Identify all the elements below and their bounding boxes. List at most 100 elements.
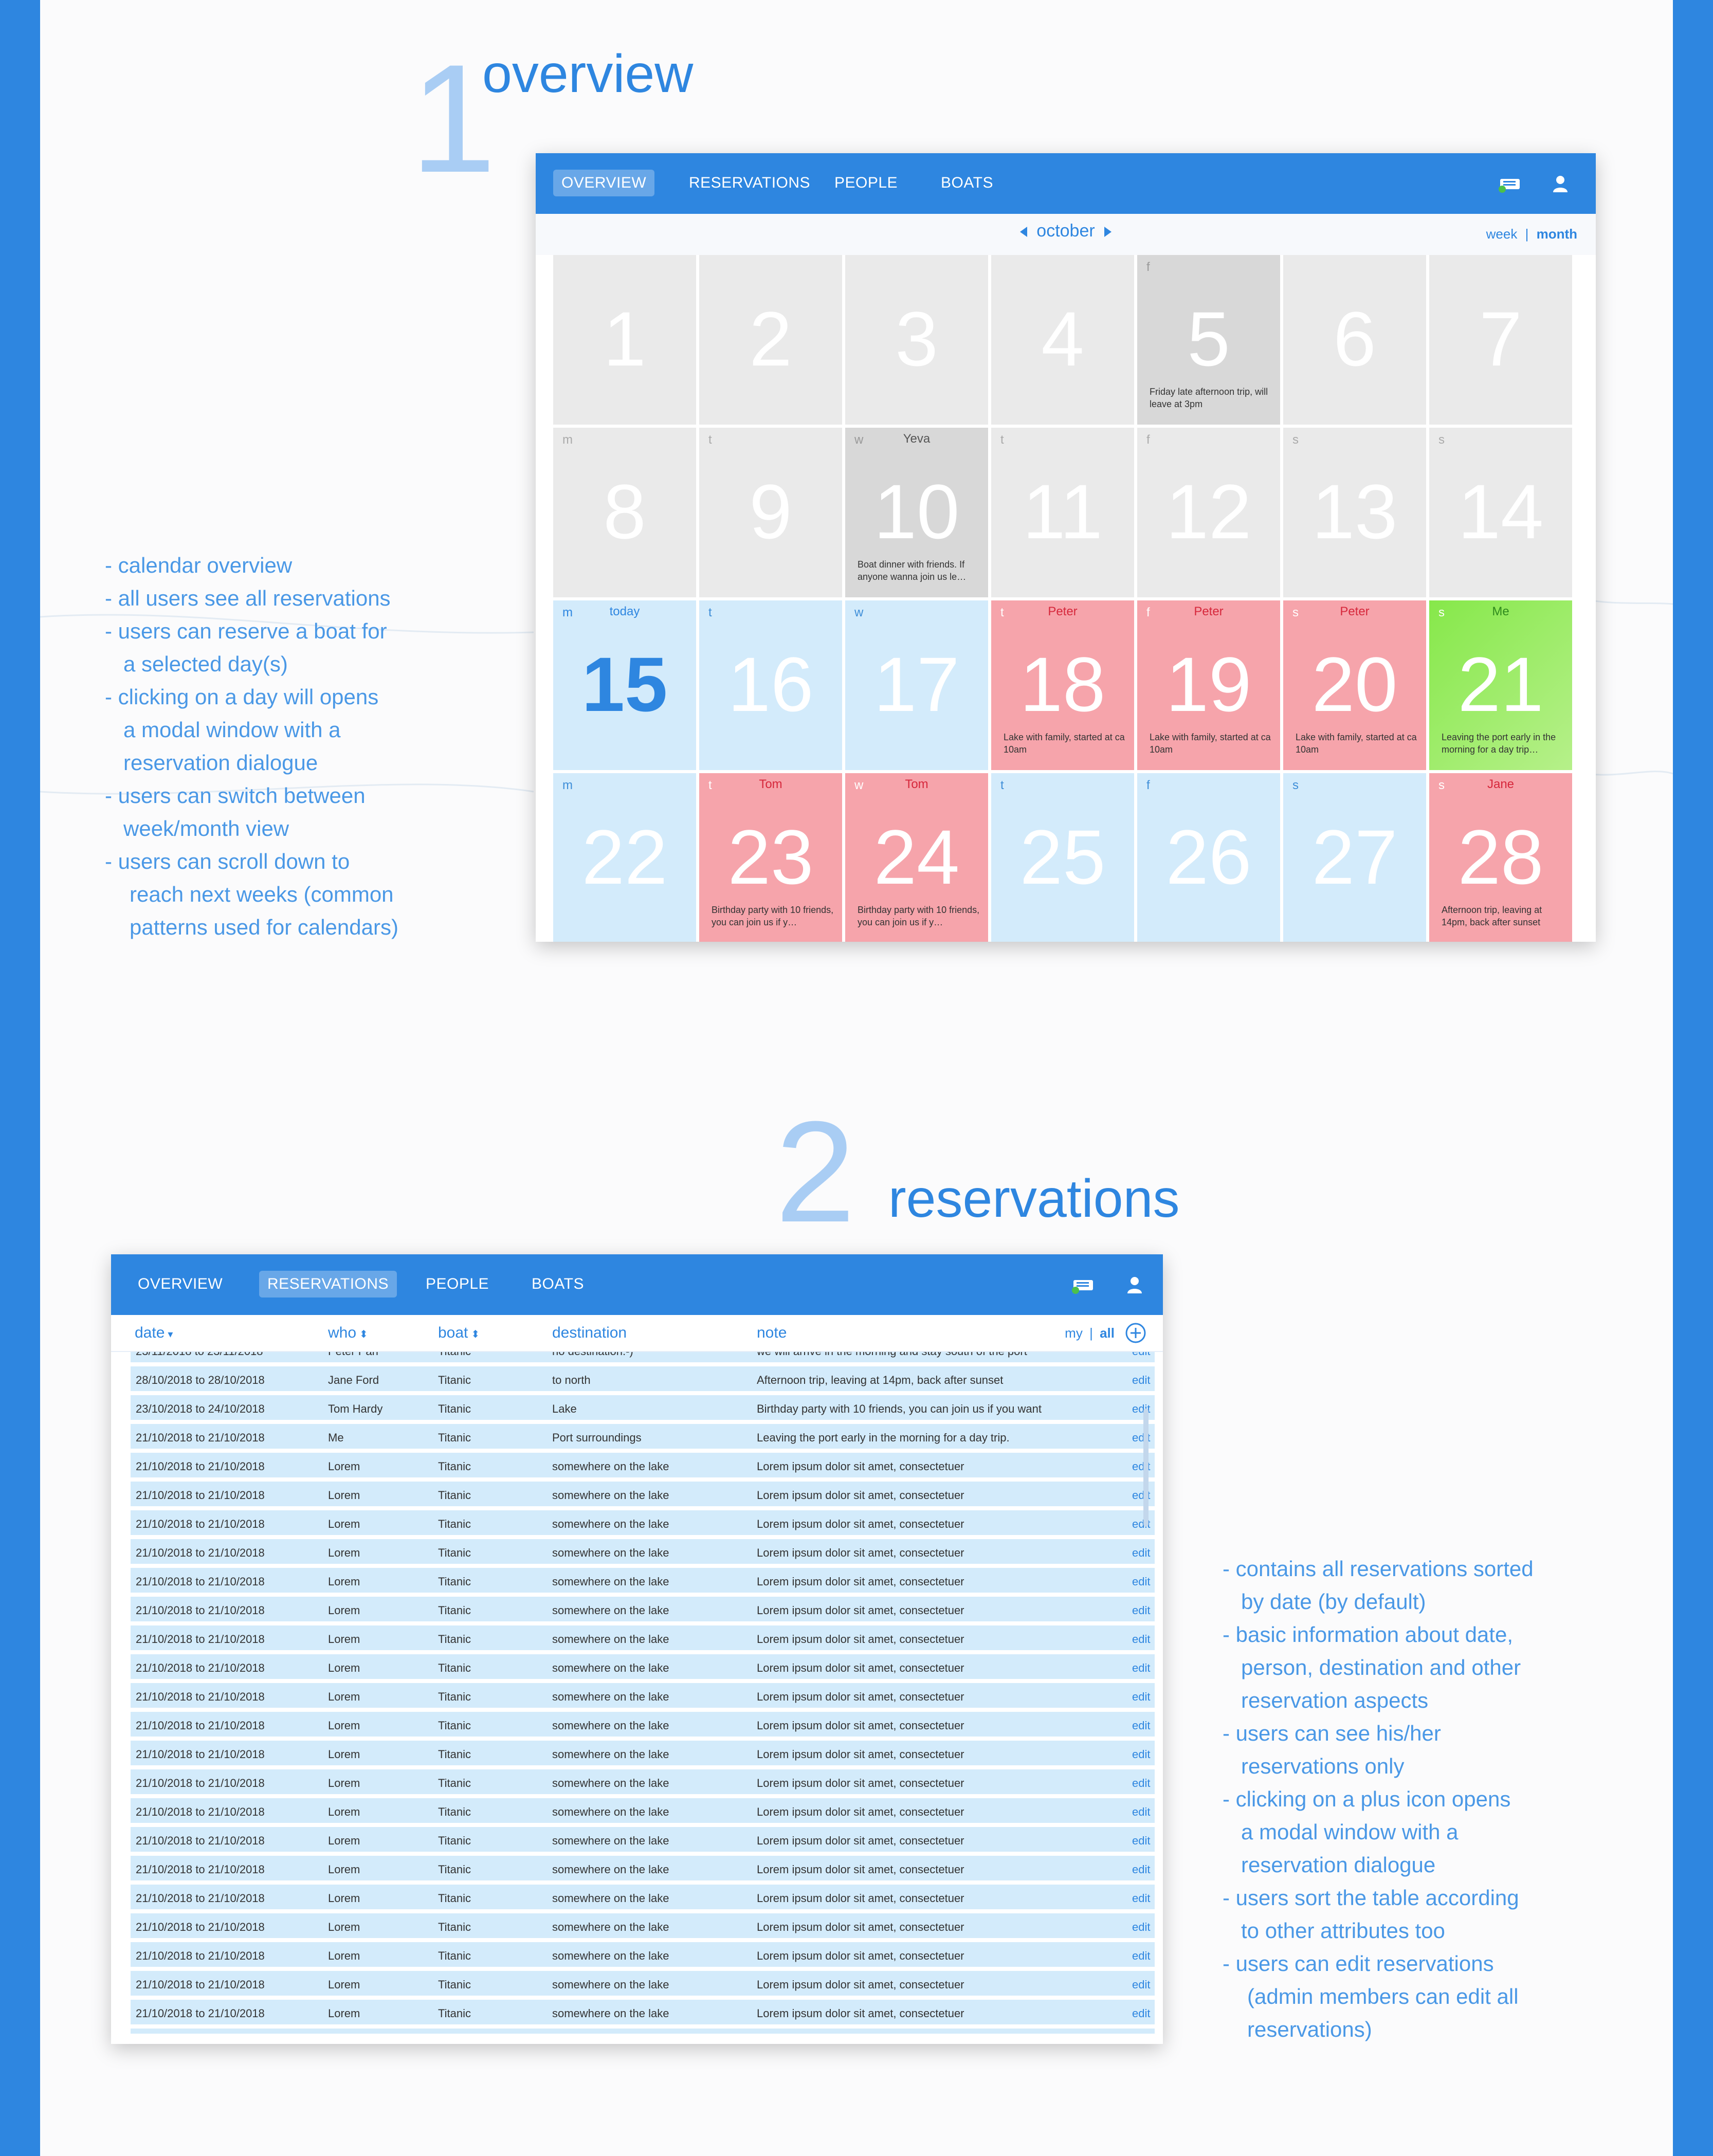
col-note-header[interactable]: note (757, 1324, 787, 1342)
edit-link[interactable]: edit (1132, 1633, 1150, 1646)
calendar-day[interactable]: t 11 (991, 428, 1134, 597)
calendar-day[interactable]: t 25 (991, 773, 1134, 942)
calendar-day[interactable]: 6 (1283, 255, 1426, 425)
col-boat-header[interactable]: boat ⬍ (438, 1324, 480, 1342)
edit-link[interactable]: edit (1132, 1604, 1150, 1617)
calendar-day[interactable]: s 27 (1283, 773, 1426, 942)
tab-reservations[interactable]: RESERVATIONS (259, 1271, 397, 1298)
cell-boat: Titanic (438, 1460, 471, 1473)
tab-people[interactable]: PEOPLE (826, 170, 906, 196)
calendar-day[interactable]: m today 15 (553, 600, 696, 770)
edit-link[interactable]: edit (1132, 1949, 1150, 1963)
next-month-icon[interactable] (1104, 227, 1111, 237)
reservation-owner: Yeva (903, 432, 931, 446)
calendar-day[interactable]: s 13 (1283, 428, 1426, 597)
cell-destination: somewhere on the lake (552, 2007, 669, 2020)
calendar-day[interactable]: f 26 (1137, 773, 1280, 942)
calendar-day[interactable]: m 22 (553, 773, 696, 942)
calendar-day[interactable]: f Peter 19 Lake with family, started at ca … (1137, 600, 1280, 770)
tab-overview[interactable]: OVERVIEW (130, 1271, 231, 1298)
edit-link[interactable]: edit (1132, 1921, 1150, 1934)
cell-who: Lorem (328, 1633, 360, 1646)
note-line: reservations) (1247, 2017, 1372, 2041)
calendar-day[interactable]: m8 (553, 428, 696, 597)
edit-link[interactable]: edit (1132, 1661, 1150, 1675)
section-2-number: 2 (775, 1092, 855, 1252)
note-line: patterns used for calendars) (130, 915, 398, 939)
calendar-day[interactable]: w Yeva 10 Boat dinner with friends. If anyo… (845, 428, 988, 597)
calendar-day[interactable]: s Peter 20 Lake with family, started at ca … (1283, 600, 1426, 770)
calendar-day[interactable]: s 14 (1429, 428, 1572, 597)
calendar-day[interactable]: t 16 (699, 600, 842, 770)
edit-link[interactable]: edit (1132, 1546, 1150, 1560)
calendar-day[interactable]: w 17 (845, 600, 988, 770)
edit-link[interactable]: edit (1132, 1575, 1150, 1588)
calendar-day[interactable]: 1 (553, 255, 696, 425)
edit-link[interactable]: edit (1132, 2007, 1150, 2020)
reservation-owner: Tom (759, 777, 782, 791)
day-number: 2 (749, 296, 792, 382)
table-row: 21/10/2018 to 21/10/2018 Lorem Titanic some… (131, 1856, 1155, 1883)
note-line: - users can see his/her (1223, 1721, 1441, 1745)
edit-link[interactable]: edit (1132, 1352, 1150, 1358)
edit-link[interactable]: edit (1132, 1805, 1150, 1819)
edit-link[interactable]: edit (1132, 1690, 1150, 1704)
tab-boats[interactable]: BOATS (933, 170, 1001, 196)
note-line: (admin members can edit all (1247, 1984, 1519, 2008)
col-destination-header[interactable]: destination (552, 1324, 627, 1342)
filter-all-link[interactable]: all (1100, 1325, 1115, 1341)
calendar-day[interactable]: s Jane 28 Afternoon trip, leaving at 14pm, … (1429, 773, 1572, 942)
col-date-header[interactable]: date ▾ (135, 1324, 173, 1342)
calendar-day[interactable]: s Me 21 Leaving the port early in the morni… (1429, 600, 1572, 770)
edit-link[interactable]: edit (1132, 1978, 1150, 1991)
day-of-week-label: t (708, 606, 712, 619)
calendar-day[interactable]: 2 (699, 255, 842, 425)
day-number: 16 (727, 641, 814, 727)
table-scrollbar[interactable] (1143, 1409, 1149, 1527)
prev-month-icon[interactable] (1020, 227, 1028, 237)
boat-icon[interactable] (1497, 173, 1523, 195)
calendar-day[interactable]: 4 (991, 255, 1134, 425)
cell-boat: Titanic (438, 1575, 471, 1588)
calendar-day[interactable]: t9 (699, 428, 842, 597)
tab-reservations[interactable]: RESERVATIONS (681, 170, 818, 196)
edit-link[interactable]: edit (1132, 1834, 1150, 1848)
user-icon[interactable] (1122, 1274, 1147, 1296)
calendar-day[interactable]: t Peter 18 Lake with family, started at ca … (991, 600, 1134, 770)
cell-note: Lorem ipsum dolor sit amet, consectetuer (757, 1633, 964, 1646)
calendar-day[interactable]: 3 (845, 255, 988, 425)
calendar-header: october week | month (536, 214, 1596, 255)
tab-boats[interactable]: BOATS (523, 1271, 592, 1298)
boat-icon[interactable] (1070, 1274, 1096, 1296)
cell-date: 21/10/2018 to 21/10/2018 (136, 1633, 265, 1646)
day-of-week-label: t (1000, 778, 1004, 792)
calendar-day[interactable]: f 5 Friday late afternoon trip, will leave… (1137, 255, 1280, 425)
col-who-header[interactable]: who ⬍ (328, 1324, 368, 1342)
edit-link[interactable]: edit (1132, 1777, 1150, 1790)
tab-people[interactable]: PEOPLE (417, 1271, 497, 1298)
table-row: 21/10/2018 to 21/10/2018 Lorem Titanic some… (131, 1712, 1155, 1739)
edit-link[interactable]: edit (1132, 1748, 1150, 1761)
calendar-day[interactable]: 7 (1429, 255, 1572, 425)
edit-link[interactable]: edit (1132, 1863, 1150, 1876)
calendar-day[interactable]: f 12 (1137, 428, 1280, 597)
week-view-link[interactable]: week (1486, 226, 1518, 242)
reservations-table-body: 23/11/2018 to 23/11/2018 Peter Pan Titanic… (131, 1352, 1155, 2034)
cell-destination: somewhere on the lake (552, 1748, 669, 1761)
edit-link[interactable]: edit (1132, 1719, 1150, 1732)
edit-link[interactable]: edit (1132, 1374, 1150, 1387)
tab-overview[interactable]: OVERVIEW (553, 170, 655, 196)
day-number: 9 (749, 468, 792, 555)
cell-destination: somewhere on the lake (552, 1661, 669, 1674)
cell-date: 21/10/2018 to 21/10/2018 (136, 1892, 265, 1905)
cell-who: Lorem (328, 1805, 360, 1818)
user-icon[interactable] (1547, 173, 1573, 195)
edit-link[interactable]: edit (1132, 1892, 1150, 1905)
calendar-day[interactable]: t Tom 23 Birthday party with 10 friends, yo… (699, 773, 842, 942)
month-view-link[interactable]: month (1537, 226, 1577, 242)
calendar-day[interactable]: w Tom 24 Birthday party with 10 friends, yo… (845, 773, 988, 942)
filter-my-link[interactable]: my (1065, 1325, 1083, 1341)
day-number: 12 (1165, 468, 1252, 555)
plus-circle-icon[interactable] (1125, 1322, 1146, 1344)
cell-note: Afternoon trip, leaving at 14pm, back af… (757, 1374, 1004, 1386)
